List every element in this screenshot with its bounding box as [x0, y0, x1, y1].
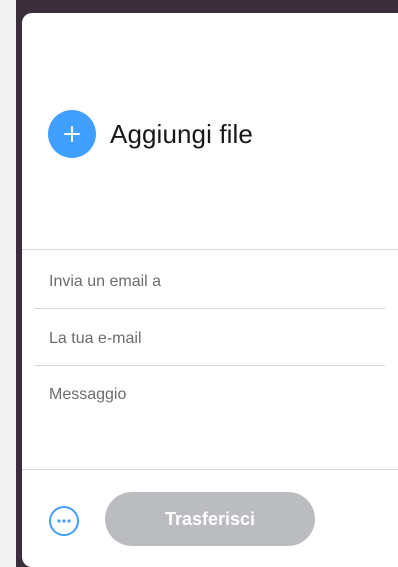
transfer-button[interactable]: Trasferisci [105, 492, 315, 546]
more-options-icon [57, 519, 71, 523]
more-options-button[interactable] [49, 506, 79, 536]
transfer-panel: Aggiungi file Trasferisci [22, 13, 398, 567]
message-textarea[interactable] [49, 386, 379, 446]
divider [22, 249, 398, 250]
page-background-strip [0, 0, 16, 567]
recipient-email-input[interactable] [49, 271, 379, 293]
divider [22, 469, 398, 470]
divider [35, 365, 385, 366]
add-files-button[interactable]: Aggiungi file [48, 110, 253, 158]
add-files-label: Aggiungi file [110, 118, 253, 149]
plus-icon[interactable] [48, 110, 96, 158]
divider [35, 308, 385, 309]
sender-email-input[interactable] [49, 328, 379, 350]
